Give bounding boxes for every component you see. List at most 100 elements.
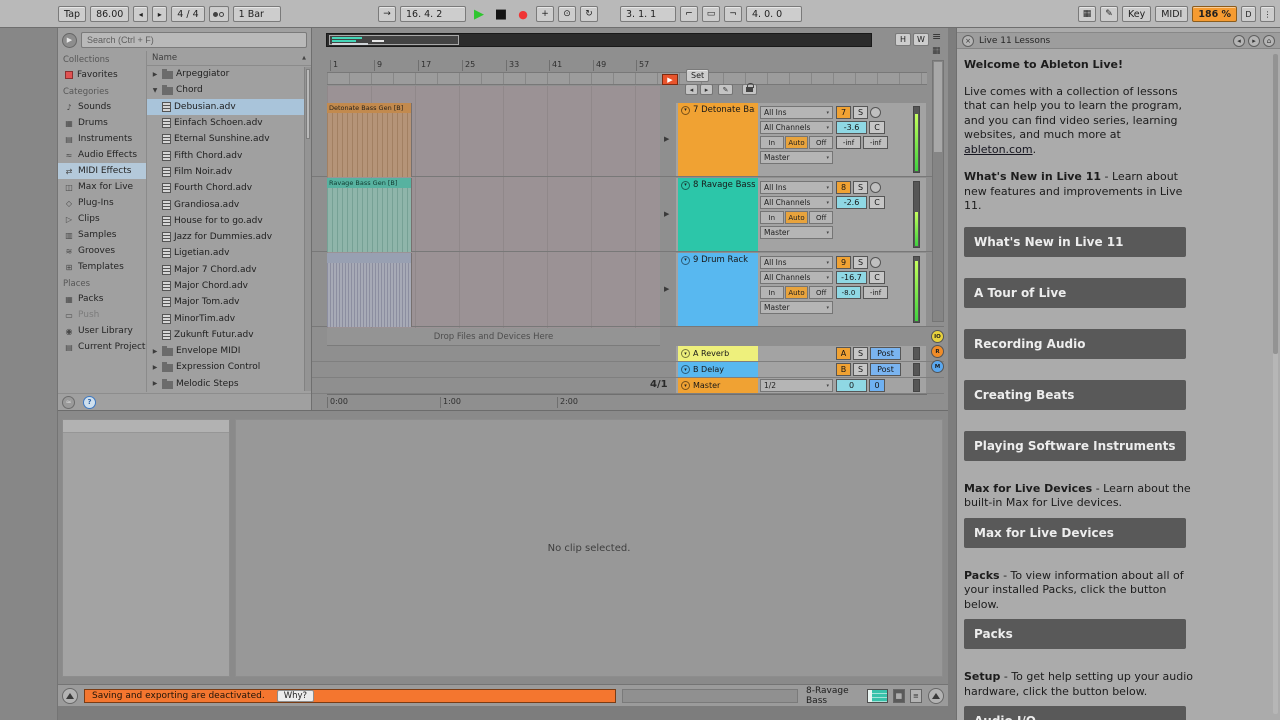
- overdub-button[interactable]: +: [536, 6, 554, 22]
- arrangement-clip[interactable]: Detonate Bass Gen [B]: [327, 103, 412, 177]
- track-collapse-icon[interactable]: ▾: [681, 365, 690, 374]
- pan-field[interactable]: C: [869, 196, 885, 209]
- track-header[interactable]: ▾7 Detonate Bass: [678, 103, 758, 176]
- zoom-height-button[interactable]: H: [895, 33, 911, 46]
- solo-button[interactable]: S: [853, 363, 868, 376]
- drop-zone[interactable]: Drop Files and Devices Here: [327, 328, 660, 346]
- tap-tempo-button[interactable]: Tap: [58, 6, 87, 22]
- output-select[interactable]: Master ▾: [760, 301, 833, 314]
- sidebar-item-favorites[interactable]: Favorites: [58, 67, 146, 83]
- sidebar-item-plug-ins[interactable]: ◇ Plug-Ins: [58, 195, 146, 211]
- punch-out-button[interactable]: ¬: [724, 6, 742, 22]
- key-map-button[interactable]: Key: [1121, 6, 1152, 22]
- monitor-auto-button[interactable]: Auto: [784, 286, 809, 299]
- home-icon[interactable]: ⌂: [1263, 34, 1275, 47]
- volume-field[interactable]: -3.6: [836, 121, 867, 134]
- input-channel-select[interactable]: All Channels ▾: [760, 121, 833, 134]
- draw-mode-icon[interactable]: ✎: [718, 84, 733, 95]
- file-row[interactable]: Grandiosa.adv: [147, 196, 311, 212]
- arrangement-clip[interactable]: Ravage Bass Gen [B]: [327, 178, 412, 252]
- track-collapse-icon[interactable]: ▾: [681, 349, 690, 358]
- caret-icon[interactable]: ▶: [151, 380, 159, 387]
- sidebar-item-packs[interactable]: ▦ Packs: [58, 291, 146, 307]
- sidebar-item-push[interactable]: ▭ Push: [58, 307, 146, 323]
- set-locator-button[interactable]: Set: [686, 69, 710, 82]
- monitor-in-button[interactable]: In: [760, 211, 784, 224]
- quantize-menu[interactable]: 1 Bar: [232, 6, 281, 22]
- arrangement-scrollbar[interactable]: [932, 60, 944, 322]
- solo-button[interactable]: S: [853, 347, 868, 360]
- previous-locator-button[interactable]: ◂: [685, 84, 698, 95]
- return-activator[interactable]: B: [836, 363, 851, 376]
- track-fold-icon[interactable]: ▶: [664, 285, 669, 293]
- preview-toggle-icon[interactable]: ≈: [62, 395, 75, 409]
- file-row[interactable]: ▶ Arpeggiator: [147, 66, 311, 82]
- tempo-field[interactable]: 86.00: [90, 6, 130, 22]
- track-activator[interactable]: 7: [836, 106, 851, 119]
- master-pan-field[interactable]: 0: [869, 379, 885, 392]
- input-type-select[interactable]: All Ins ▾: [760, 181, 833, 194]
- computer-midi-keyboard-icon[interactable]: ▦: [1077, 6, 1096, 22]
- session-grid-icon[interactable]: ▦: [932, 46, 941, 56]
- input-channel-select[interactable]: All Channels ▾: [760, 196, 833, 209]
- selected-clip-chip[interactable]: 8-Ravage Bass ▦ ≡: [806, 686, 922, 706]
- lesson-button-creating-beats[interactable]: Creating Beats: [964, 379, 1186, 410]
- punch-in-button[interactable]: ⌐: [680, 6, 698, 22]
- sort-icon[interactable]: ▲: [302, 55, 306, 61]
- caret-icon[interactable]: ▶: [151, 364, 159, 371]
- sidebar-item-instruments[interactable]: ▤ Instruments: [58, 131, 146, 147]
- show-io-toggle[interactable]: IO: [931, 330, 944, 343]
- input-type-select[interactable]: All Ins ▾: [760, 256, 833, 269]
- file-row[interactable]: Fourth Chord.adv: [147, 180, 311, 196]
- file-list-scrollbar[interactable]: [304, 67, 311, 391]
- preview-volume-icon[interactable]: [62, 687, 78, 704]
- loop-switch[interactable]: ▭: [702, 6, 720, 22]
- track-collapse-icon[interactable]: ▾: [681, 381, 690, 390]
- play-button[interactable]: ▶: [470, 8, 488, 21]
- clip-view-toggle-icon[interactable]: ▦: [892, 688, 905, 703]
- show-returns-toggle[interactable]: R: [931, 345, 944, 358]
- next-locator-button[interactable]: ▸: [700, 84, 713, 95]
- punch-region-marker[interactable]: ▶: [662, 74, 678, 85]
- pan-field[interactable]: C: [869, 271, 885, 284]
- lesson-button-tour[interactable]: A Tour of Live: [964, 277, 1186, 308]
- info-toggle-icon[interactable]: ?: [83, 395, 96, 409]
- monitor-off-button[interactable]: Off: [809, 211, 834, 224]
- sidebar-item-templates[interactable]: ⊞ Templates: [58, 259, 146, 275]
- record-button[interactable]: ●: [514, 9, 532, 20]
- sidebar-item-midi-effects[interactable]: ⇄ MIDI Effects: [58, 163, 146, 179]
- solo-button[interactable]: S: [853, 256, 868, 269]
- time-signature-field[interactable]: 4 / 4: [171, 6, 205, 22]
- track-collapse-icon[interactable]: ▾: [681, 105, 690, 115]
- track-header[interactable]: ▾ 8 Ravage Bass: [678, 178, 758, 251]
- reenable-automation-button[interactable]: ↻: [580, 6, 598, 22]
- return-track-header[interactable]: ▾ A Reverb: [678, 346, 758, 361]
- sidebar-item-clips[interactable]: ▷ Clips: [58, 211, 146, 227]
- caret-icon[interactable]: ▶: [151, 71, 159, 78]
- file-row[interactable]: Major Tom.adv: [147, 294, 311, 310]
- stop-button[interactable]: ■: [492, 8, 510, 21]
- caret-icon[interactable]: ▼: [151, 87, 159, 94]
- arrangement-overview[interactable]: [326, 33, 872, 47]
- loop-length-field[interactable]: 4. 0. 0: [746, 6, 802, 22]
- metronome-toggle[interactable]: [208, 6, 229, 22]
- file-row[interactable]: Film Noir.adv: [147, 164, 311, 180]
- pre-post-toggle[interactable]: Post: [870, 347, 901, 360]
- lesson-button-playing-instruments[interactable]: Playing Software Instruments: [964, 430, 1186, 461]
- file-row[interactable]: Fifth Chord.adv: [147, 147, 311, 163]
- cue-out-select[interactable]: 1/2 ▾: [760, 379, 833, 392]
- master-track-header[interactable]: ▾ Master: [678, 378, 758, 393]
- file-row[interactable]: Jazz for Dummies.adv: [147, 229, 311, 245]
- file-row[interactable]: Debusian.adv: [147, 98, 311, 115]
- file-row[interactable]: Ligetian.adv: [147, 245, 311, 261]
- sidebar-item-current-project[interactable]: ▤ Current Project: [58, 339, 146, 355]
- lessons-scrollbar[interactable]: [1273, 54, 1278, 714]
- why-button[interactable]: Why?: [276, 689, 315, 702]
- file-row[interactable]: House for to go.adv: [147, 213, 311, 229]
- master-volume-field[interactable]: 0: [836, 379, 867, 392]
- solo-button[interactable]: S: [853, 106, 868, 119]
- back-icon[interactable]: ◂: [1233, 34, 1245, 47]
- lock-envelopes-icon[interactable]: [742, 83, 757, 95]
- nudge-down-button[interactable]: ◂: [133, 6, 149, 22]
- sidebar-item-drums[interactable]: ▦ Drums: [58, 115, 146, 131]
